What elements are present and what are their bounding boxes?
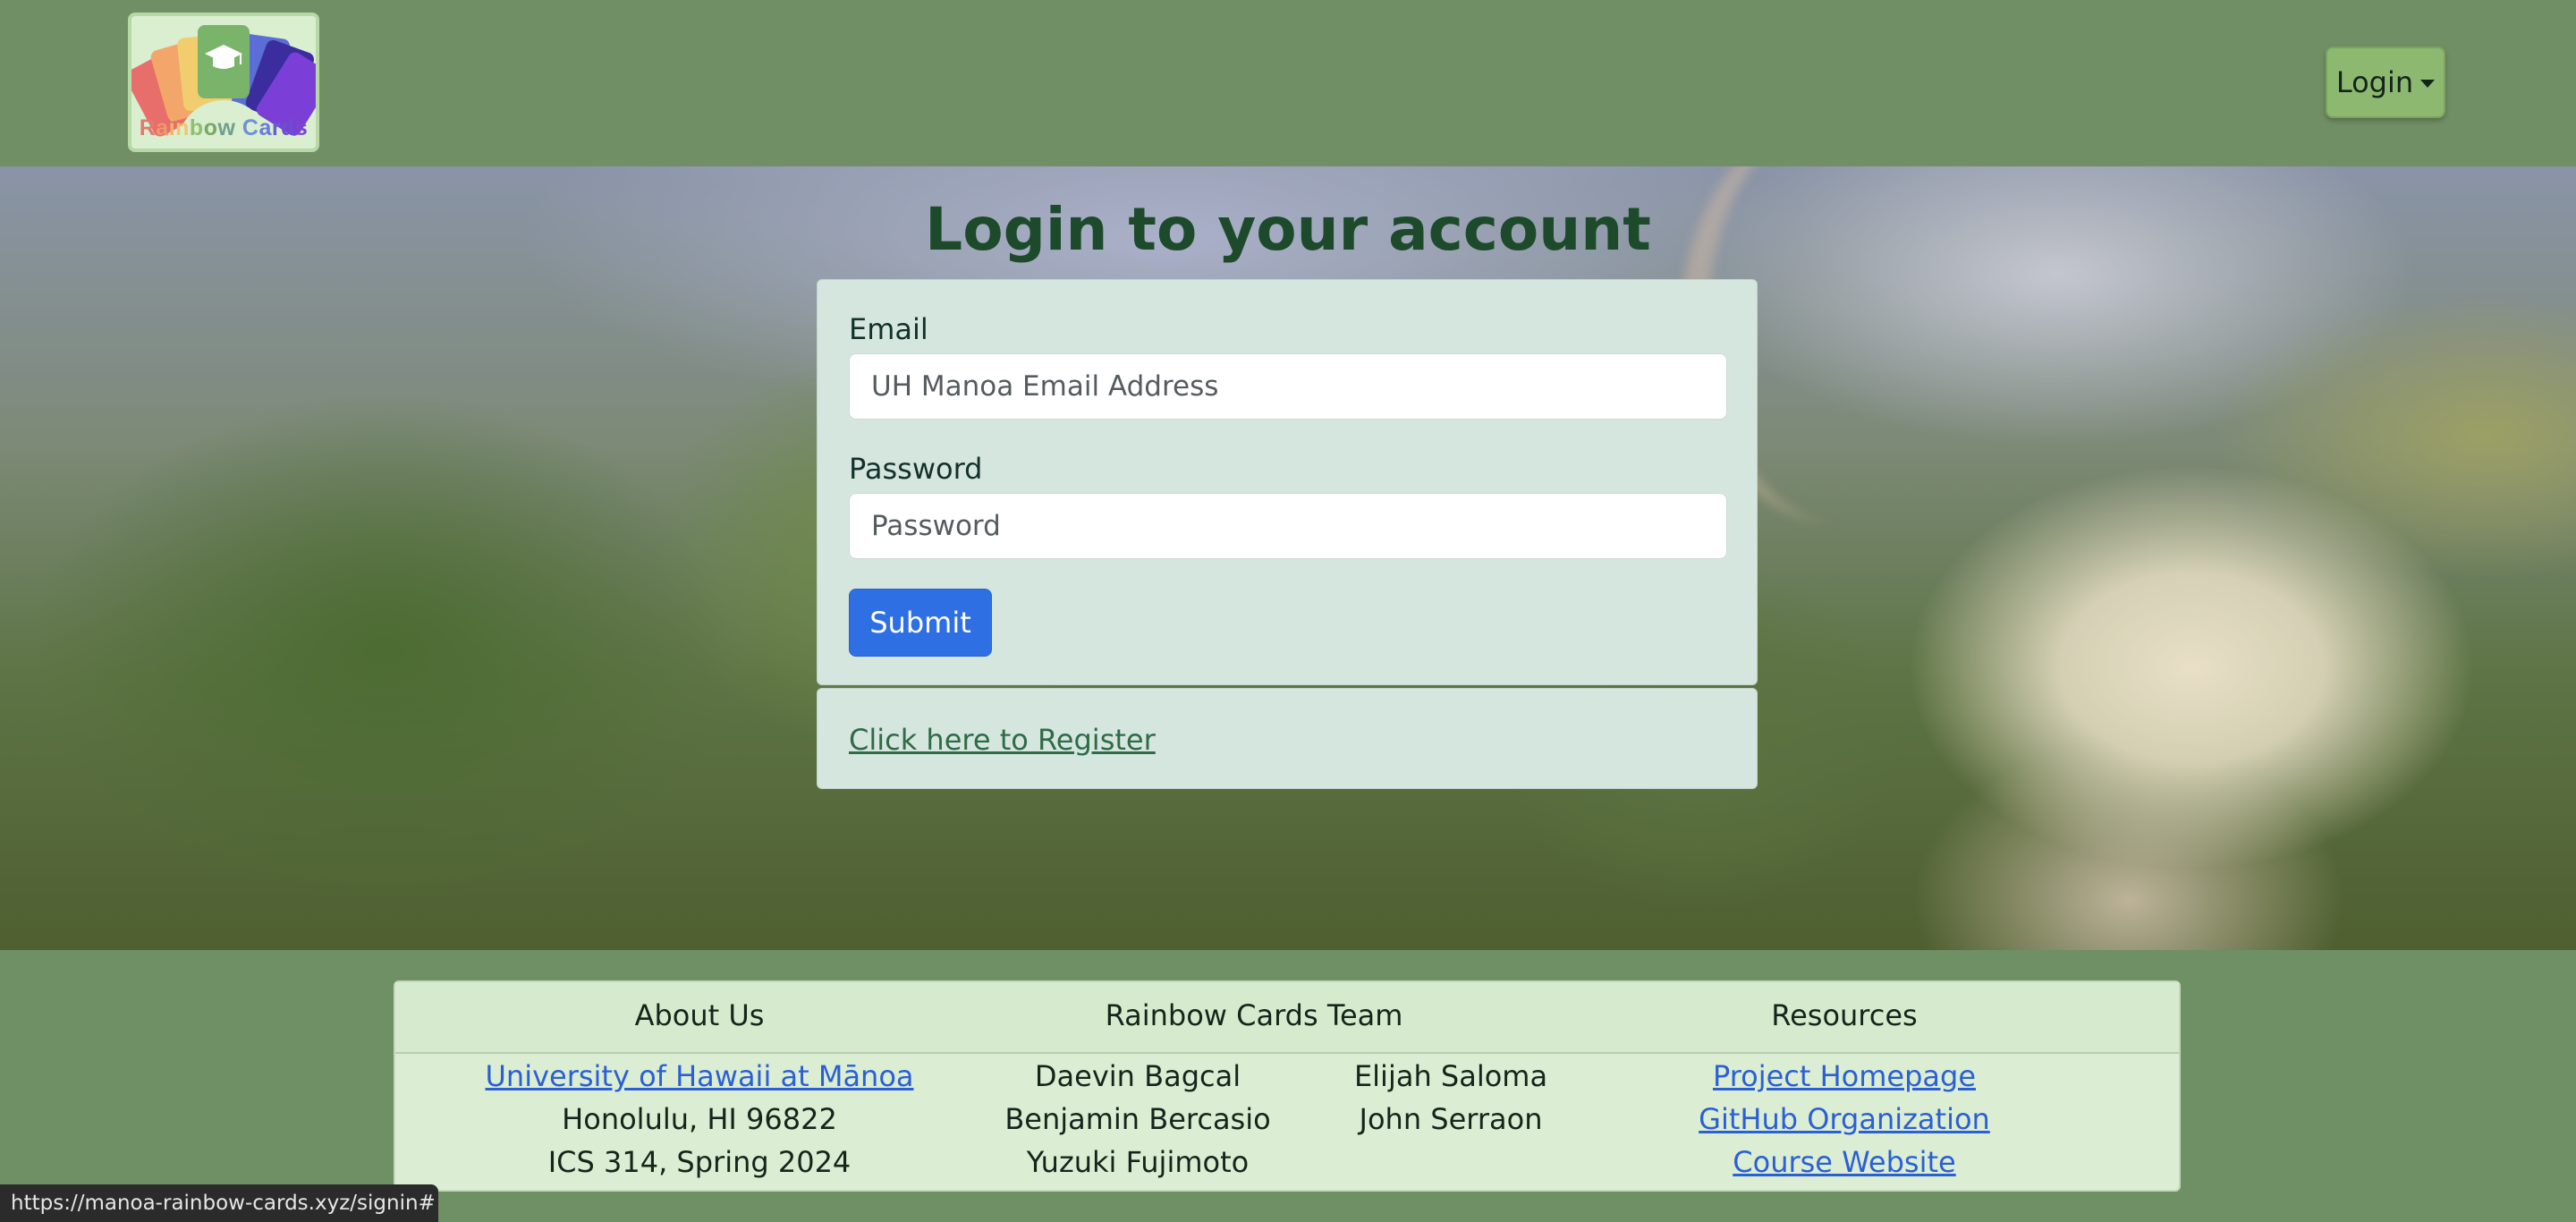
logo-letter: s <box>294 115 309 140</box>
rainbow-cards-logo[interactable]: Rainbow Cards <box>128 13 319 152</box>
submit-button[interactable]: Submit <box>849 589 992 657</box>
page-title: Login to your account <box>925 195 1651 264</box>
team-member: Benjamin Bercasio <box>1004 1102 1271 1136</box>
team-heading: Rainbow Cards Team <box>1105 998 1403 1032</box>
navbar: Rainbow Cards Login <box>0 0 2576 166</box>
logo-letter: n <box>175 115 190 140</box>
footer-header-row: About Us Rainbow Cards Team Resources <box>395 982 2179 1054</box>
logo-letter: d <box>281 115 295 140</box>
logo-text: Rainbow Cards <box>131 115 316 141</box>
project-homepage-link-text[interactable]: Project Homepage <box>1713 1059 1976 1093</box>
logo-letter: a <box>156 115 169 140</box>
logo-letter: C <box>242 115 259 140</box>
team-member: Daevin Bagcal <box>1034 1059 1241 1093</box>
course-website-link[interactable]: Course Website <box>1648 1145 2041 1179</box>
address-text: Honolulu, HI 96822 <box>562 1102 837 1136</box>
logo-letter: r <box>271 115 282 140</box>
course-text: ICS 314, Spring 2024 <box>547 1145 852 1179</box>
email-field[interactable] <box>849 353 1727 420</box>
course-website-link-text[interactable]: Course Website <box>1733 1145 1955 1179</box>
email-label: Email <box>849 312 928 346</box>
resources-heading: Resources <box>1771 998 1918 1032</box>
register-link[interactable]: Click here to Register <box>849 723 1156 757</box>
logo-letter: b <box>189 115 204 140</box>
github-organization-link-text[interactable]: GitHub Organization <box>1699 1102 1990 1136</box>
login-button-label: Login <box>2335 65 2414 99</box>
logo-letter: w <box>217 115 236 140</box>
logo-letter: o <box>203 115 218 140</box>
register-card: Click here to Register <box>817 688 1758 789</box>
team-member: John Serraon <box>1359 1102 1543 1136</box>
about-us-heading: About Us <box>634 998 765 1032</box>
login-card: Email Password Submit <box>817 279 1758 685</box>
caret-down-icon <box>2420 79 2436 88</box>
team-member: Elijah Saloma <box>1353 1059 1548 1093</box>
status-url-tooltip: https://manoa-rainbow-cards.xyz/signin# <box>0 1184 438 1222</box>
footer-card: About Us Rainbow Cards Team Resources Un… <box>394 980 2181 1192</box>
password-field[interactable] <box>849 493 1727 559</box>
password-label: Password <box>849 452 983 486</box>
logo-letter: a <box>258 115 272 140</box>
login-dropdown-button[interactable]: Login <box>2326 47 2445 118</box>
project-homepage-link[interactable]: Project Homepage <box>1648 1059 2041 1093</box>
logo-letter <box>235 115 242 140</box>
university-link[interactable]: University of Hawaii at Mānoa <box>485 1059 914 1093</box>
team-member: Yuzuki Fujimoto <box>1026 1145 1250 1179</box>
github-organization-link[interactable]: GitHub Organization <box>1648 1102 2041 1136</box>
logo-letter: R <box>139 115 157 140</box>
